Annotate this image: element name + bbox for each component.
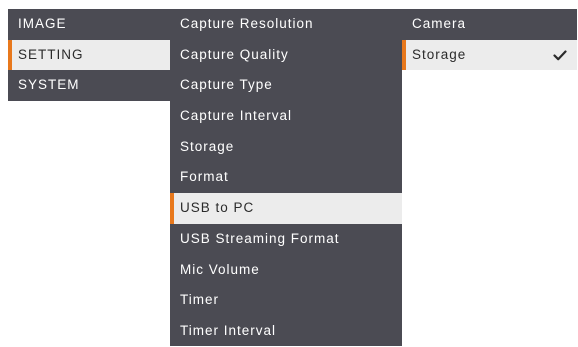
menu-item-system[interactable]: SYSTEM — [8, 70, 170, 101]
option-label: Storage — [412, 46, 467, 62]
submenu-item-format[interactable]: Format — [170, 162, 402, 193]
submenu-item-capture-resolution[interactable]: Capture Resolution — [170, 9, 402, 40]
submenu-item-timer-interval[interactable]: Timer Interval — [170, 316, 402, 347]
submenu-item-capture-interval[interactable]: Capture Interval — [170, 101, 402, 132]
submenu-item-label: USB to PC — [180, 200, 255, 216]
menu-item-label: SETTING — [18, 46, 84, 62]
submenu-item-label: Capture Interval — [180, 108, 293, 124]
option-camera[interactable]: Camera — [402, 9, 577, 40]
setting-submenu: Capture Resolution Capture Quality Captu… — [170, 9, 402, 346]
submenu-item-usb-to-pc[interactable]: USB to PC — [170, 193, 402, 224]
submenu-item-capture-quality[interactable]: Capture Quality — [170, 40, 402, 71]
menu-item-setting[interactable]: SETTING — [8, 39, 170, 71]
submenu-item-timer[interactable]: Timer — [170, 285, 402, 316]
submenu-item-usb-streaming-format[interactable]: USB Streaming Format — [170, 224, 402, 255]
submenu-item-label: Storage — [180, 138, 235, 154]
submenu-item-storage[interactable]: Storage — [170, 132, 402, 163]
option-storage[interactable]: Storage — [402, 39, 577, 71]
submenu-item-label: Timer Interval — [180, 322, 277, 338]
submenu-item-label: Mic Volume — [180, 261, 260, 277]
main-menu: IMAGE SETTING SYSTEM — [8, 9, 170, 101]
submenu-item-label: USB Streaming Format — [180, 230, 340, 246]
check-icon — [553, 40, 567, 71]
menu-item-label: SYSTEM — [18, 77, 80, 93]
menu-item-image[interactable]: IMAGE — [8, 9, 170, 40]
menu-item-label: IMAGE — [18, 16, 67, 31]
submenu-item-label: Format — [180, 169, 229, 185]
submenu-item-label: Timer — [180, 292, 219, 308]
option-label: Camera — [412, 16, 467, 31]
submenu-item-capture-type[interactable]: Capture Type — [170, 70, 402, 101]
submenu-item-label: Capture Resolution — [180, 16, 314, 31]
usb-to-pc-options: Camera Storage — [402, 9, 577, 71]
submenu-item-mic-volume[interactable]: Mic Volume — [170, 255, 402, 286]
submenu-item-label: Capture Quality — [180, 46, 289, 62]
submenu-item-label: Capture Type — [180, 77, 273, 93]
